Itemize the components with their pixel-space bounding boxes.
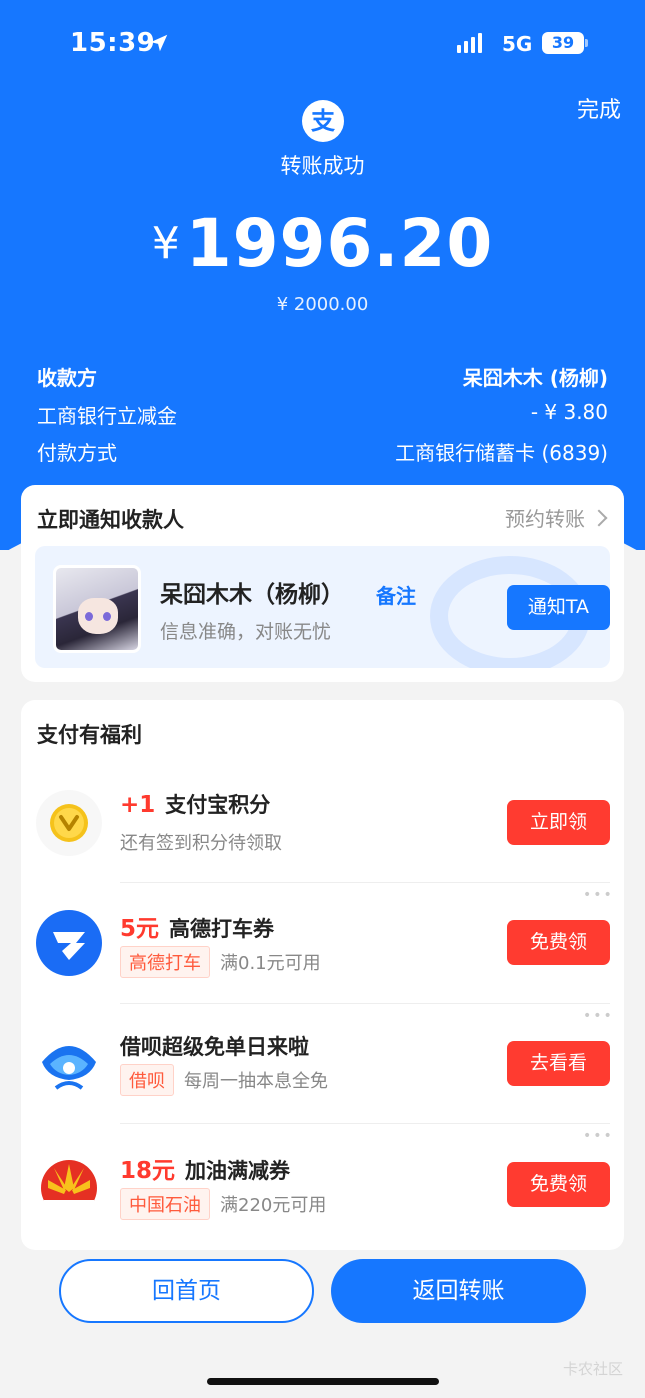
back-to-transfer-button[interactable]: 返回转账 <box>331 1259 586 1323</box>
benefit-item-desc: 高德打车 满0.1元可用 <box>120 946 321 978</box>
benefit-desc: 满220元可用 <box>220 1195 327 1216</box>
detail-row-payee: 收款方 呆囧木木 (杨柳) <box>37 362 608 391</box>
benefit-tag: 高德打车 <box>120 946 210 978</box>
status-time: 15:39 <box>70 28 156 58</box>
watermark: 卡农社区 <box>562 1360 623 1378</box>
detail-row-discount: 工商银行立减金 - ¥ 3.80 <box>37 400 608 429</box>
currency-symbol: ¥ <box>151 218 180 269</box>
benefit-name: 加油满减券 <box>185 1159 291 1183</box>
benefit-item-desc: 还有签到积分待领取 <box>120 829 282 855</box>
divider <box>120 1123 610 1124</box>
petrochina-logo-icon <box>36 1152 102 1218</box>
amount: ¥1996.20 <box>0 205 645 282</box>
notify-title: 立即通知收款人 <box>37 508 184 532</box>
benefit-highlight: +1 <box>120 792 156 818</box>
benefit-item-title: 借呗超级免单日来啦 <box>120 1031 309 1061</box>
battery-tip <box>585 39 588 47</box>
benefit-highlight: 18元 <box>120 1158 176 1184</box>
benefit-name: 借呗超级免单日来啦 <box>120 1035 309 1059</box>
signal-icon <box>457 33 482 53</box>
detail-row-payment-method: 付款方式 工商银行储蓄卡 (6839) <box>37 437 608 466</box>
benefit-item-title: +1 支付宝积分 <box>120 789 270 819</box>
detail-label: 工商银行立减金 <box>37 404 177 428</box>
benefit-item-title: 18元 加油满减券 <box>120 1151 290 1185</box>
divider <box>120 1003 610 1004</box>
coin-v-icon <box>36 790 102 856</box>
payee-subtitle: 信息准确，对账无忧 <box>160 621 332 643</box>
benefit-desc: 满0.1元可用 <box>220 953 321 974</box>
battery-icon: 39 <box>542 32 584 54</box>
benefit-highlight: 5元 <box>120 916 160 942</box>
original-amount: ¥ 2000.00 <box>276 294 369 315</box>
benefit-tag: 中国石油 <box>120 1188 210 1220</box>
amount-value: 1996.20 <box>185 205 494 282</box>
detail-label: 付款方式 <box>37 441 117 465</box>
payee-name: 呆囧木木（杨柳） <box>160 582 344 608</box>
benefit-item-desc: 中国石油 满220元可用 <box>120 1188 326 1220</box>
benefits-title: 支付有福利 <box>37 723 142 747</box>
avatar <box>53 565 141 653</box>
detail-value: 呆囧木木 (杨柳) <box>462 366 608 390</box>
schedule-label: 预约转账 <box>505 507 585 531</box>
more-icon[interactable]: ••• <box>583 887 614 903</box>
avatar-face <box>78 598 118 634</box>
done-button[interactable]: 完成 <box>577 92 621 124</box>
benefit-item-title: 5元 高德打车券 <box>120 909 274 943</box>
transfer-status: 转账成功 <box>280 154 365 178</box>
claim-coupon-button[interactable]: 免费领 <box>507 920 610 965</box>
alipay-logo-icon: 支 <box>302 100 344 142</box>
claim-fuel-coupon-button[interactable]: 免费领 <box>507 1162 610 1207</box>
more-icon[interactable]: ••• <box>583 1008 614 1024</box>
jiebei-logo-icon <box>36 1032 102 1098</box>
location-arrow-icon <box>150 34 168 52</box>
divider <box>120 882 610 883</box>
schedule-transfer-link[interactable]: 预约转账 <box>505 503 608 532</box>
network-type: 5G <box>502 32 533 56</box>
home-indicator[interactable] <box>207 1378 439 1385</box>
benefit-desc: 每周一抽本息全免 <box>184 1071 328 1092</box>
benefit-name: 高德打车券 <box>169 917 275 941</box>
more-icon[interactable]: ••• <box>583 1128 614 1144</box>
benefit-desc: 还有签到积分待领取 <box>120 833 282 854</box>
detail-value: 工商银行储蓄卡 (6839) <box>395 441 608 465</box>
chevron-right-icon <box>590 509 608 526</box>
home-button[interactable]: 回首页 <box>59 1259 314 1323</box>
notify-button[interactable]: 通知TA <box>507 585 610 630</box>
view-jiebei-button[interactable]: 去看看 <box>507 1041 610 1086</box>
detail-label: 收款方 <box>37 366 97 390</box>
benefit-name: 支付宝积分 <box>165 793 271 817</box>
benefit-item-desc: 借呗 每周一抽本息全免 <box>120 1064 328 1096</box>
detail-value: - ¥ 3.80 <box>530 400 608 424</box>
remark-link[interactable]: 备注 <box>376 580 416 609</box>
amap-logo-icon <box>36 910 102 976</box>
benefit-tag: 借呗 <box>120 1064 174 1096</box>
claim-points-button[interactable]: 立即领 <box>507 800 610 845</box>
